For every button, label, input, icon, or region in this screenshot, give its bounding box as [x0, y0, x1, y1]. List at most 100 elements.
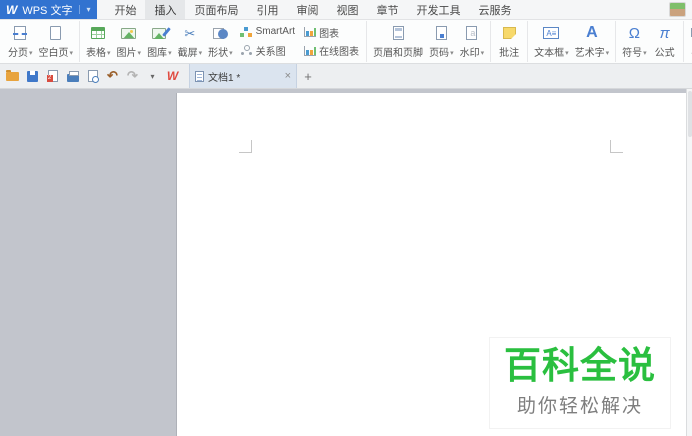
insert-number-button[interactable]: 插入数字 — [689, 25, 692, 40]
group-header-footer: 页眉和页脚 页码▾ 水印▾ — [367, 21, 492, 62]
textbox-button[interactable]: A≡ 文本框 ▾ — [531, 21, 572, 62]
redo-icon: ↷ — [127, 68, 138, 83]
redo-button[interactable]: ↷ — [124, 67, 141, 85]
vertical-scrollbar[interactable] — [686, 89, 692, 436]
chevron-down-icon[interactable]: ▾ — [229, 48, 233, 60]
blank-page-button[interactable]: 空白页 ▾ — [36, 21, 77, 62]
titlebar-right — [669, 0, 692, 19]
export-pdf-icon — [46, 70, 58, 82]
undo-button[interactable]: ↶ — [104, 67, 121, 85]
relation-chart-button[interactable]: 关系图 — [238, 43, 297, 58]
button-label: 页码 — [429, 48, 450, 59]
print-preview-button[interactable] — [84, 67, 101, 85]
scrollbar-thumb[interactable] — [688, 91, 692, 137]
print-preview-icon — [87, 70, 99, 83]
customize-toolbar-button[interactable]: ▾ — [144, 67, 161, 85]
print-button[interactable] — [64, 67, 81, 85]
document-tab[interactable]: 文档1 * × — [189, 64, 297, 88]
tab-cloud[interactable]: 云服务 — [469, 0, 520, 19]
screenshot-icon: ✂ — [184, 25, 196, 41]
button-label: 批注 — [499, 48, 520, 59]
margin-cropmark-right-icon — [610, 140, 623, 153]
page-break-button[interactable]: 分页 ▾ — [5, 21, 36, 62]
tab-home[interactable]: 开始 — [105, 0, 145, 19]
tab-references[interactable]: 引用 — [247, 0, 287, 19]
button-label: 符号 — [622, 48, 643, 59]
chevron-down-icon[interactable]: ▾ — [107, 48, 111, 60]
open-file-button[interactable] — [4, 67, 21, 85]
button-label: 在线图表 — [319, 47, 360, 59]
smartart-button[interactable]: SmartArt — [238, 26, 297, 38]
gallery-button[interactable]: 图库 ▾ — [144, 21, 175, 62]
chevron-down-icon[interactable]: ▾ — [199, 48, 203, 60]
group-comment: 批注 — [491, 21, 529, 62]
tab-view[interactable]: 视图 — [327, 0, 367, 19]
media-stack-2: 图表 在线图表 — [299, 21, 363, 62]
close-tab-icon[interactable]: × — [285, 70, 291, 82]
button-label: 图表 — [319, 28, 340, 40]
tab-page-layout[interactable]: 页面布局 — [185, 0, 247, 19]
chevron-down-icon[interactable]: ▾ — [643, 48, 647, 60]
wordart-icon: A — [586, 24, 598, 41]
app-menu-caret-icon[interactable]: ▾ — [79, 5, 90, 14]
wordart-button[interactable]: A 艺术字 ▾ — [572, 21, 613, 62]
table-icon — [91, 27, 106, 39]
page-break-icon — [13, 26, 28, 40]
export-pdf-button[interactable] — [44, 67, 61, 85]
header-footer-button[interactable]: 页眉和页脚 — [370, 21, 426, 62]
button-label: 页眉和页脚 — [373, 48, 424, 59]
ribbon-insert: 分页 ▾ 空白页 ▾ 表格 ▾ 图片 ▾ 图库 ▾ ✂ 截屏 ▾ 形状 ▾ Sm… — [0, 20, 692, 64]
button-label: 水印 — [459, 48, 480, 59]
chevron-down-icon[interactable]: ▾ — [29, 48, 33, 60]
group-objects: 插入数字 首字下沉 对象 ▾ 插入附件 — [684, 21, 692, 62]
textbox-icon: A≡ — [543, 27, 560, 39]
new-tab-button[interactable]: + — [297, 64, 319, 88]
button-label: 截屏 — [177, 48, 198, 59]
tab-section[interactable]: 章节 — [367, 0, 407, 19]
drop-cap-button: 首字下沉 — [689, 43, 692, 58]
online-chart-button[interactable]: 在线图表 — [301, 43, 361, 58]
chevron-down-icon[interactable]: ▾ — [606, 48, 610, 60]
screenshot-button[interactable]: ✂ 截屏 ▾ — [175, 21, 206, 62]
chevron-down-icon[interactable]: ▾ — [70, 48, 74, 60]
chevron-down-icon[interactable]: ▾ — [565, 48, 569, 60]
watermark-title: 百科全说 — [504, 345, 656, 386]
picture-button[interactable]: 图片 ▾ — [114, 21, 145, 62]
group-pages: 分页 ▾ 空白页 ▾ — [2, 21, 81, 62]
button-label: 艺术字 — [574, 48, 605, 59]
tab-developer[interactable]: 开发工具 — [407, 0, 469, 19]
button-label: 形状 — [208, 48, 229, 59]
ribbon-tabs: 开始 插入 页面布局 引用 审阅 视图 章节 开发工具 云服务 — [105, 0, 520, 19]
watermark-icon — [466, 26, 478, 40]
watermark-subtitle: 助你轻松解决 — [516, 396, 643, 417]
chevron-down-icon[interactable]: ▾ — [168, 48, 172, 60]
chevron-down-icon[interactable]: ▾ — [481, 48, 485, 60]
tab-insert[interactable]: 插入 — [145, 0, 186, 19]
app-menu-button[interactable]: W WPS 文字 ▾ — [0, 0, 98, 19]
chart-button[interactable]: 图表 — [301, 25, 361, 40]
shapes-icon — [212, 27, 228, 39]
shapes-button[interactable]: 形状 ▾ — [205, 21, 236, 62]
table-button[interactable]: 表格 ▾ — [83, 21, 114, 62]
page-number-button[interactable]: 页码 ▾ — [426, 21, 457, 62]
symbol-button[interactable]: Ω 符号 ▾ — [619, 21, 650, 62]
save-icon — [27, 70, 38, 82]
app-title: WPS 文字 — [22, 4, 73, 17]
formula-button[interactable]: π 公式 — [650, 21, 680, 62]
user-avatar-icon[interactable] — [669, 2, 686, 17]
watermark-button[interactable]: 水印▾ — [457, 21, 488, 62]
chevron-down-icon[interactable]: ▾ — [138, 48, 142, 60]
button-label: 分页 — [8, 48, 28, 59]
save-button[interactable] — [24, 67, 41, 85]
more-dropdown-icon: ▾ — [150, 71, 155, 81]
group-text: A≡ 文本框 ▾ A 艺术字 ▾ — [528, 21, 617, 62]
wps-logo-icon: W — [6, 2, 18, 17]
chevron-down-icon[interactable]: ▾ — [450, 48, 454, 60]
print-icon — [66, 70, 79, 82]
button-label: 图库 — [147, 48, 168, 59]
symbol-omega-icon: Ω — [628, 24, 640, 42]
document-page[interactable]: 百科全说 助你轻松解决 — [176, 93, 686, 436]
tab-review[interactable]: 审阅 — [287, 0, 327, 19]
comment-button[interactable]: 批注 — [494, 21, 524, 62]
wps-home-button[interactable]: W — [164, 67, 181, 85]
